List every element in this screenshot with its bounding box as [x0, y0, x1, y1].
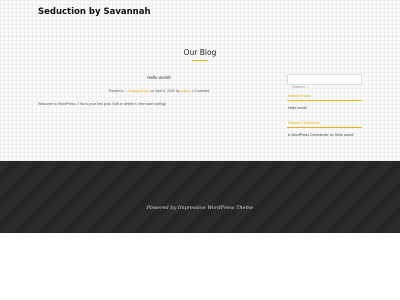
search-input[interactable] [288, 82, 361, 91]
title-underline [192, 60, 208, 61]
comment-author-link[interactable]: A WordPress Commenter [288, 133, 329, 137]
header-divider [0, 36, 400, 37]
footer-credit[interactable]: Powered by Impressive WordPress Theme [0, 205, 400, 211]
post-comments-link[interactable]: 1 Comment [191, 89, 209, 93]
on-label: on [149, 89, 154, 93]
posted-in-label: Posted in : [108, 89, 126, 93]
recent-posts-underline [287, 100, 362, 101]
page-bottom [0, 233, 400, 300]
content-area: Seduction by Savannah Our Blog Hello wor… [0, 0, 400, 161]
search-box [287, 74, 362, 91]
recent-comment-item: A WordPress Commenter on Hello world! [288, 133, 363, 138]
recent-comments-underline [287, 127, 362, 128]
post-title[interactable]: Hello world! [38, 75, 280, 80]
page-title: Our Blog [183, 48, 217, 57]
recent-posts-title: Recent Posts [288, 94, 311, 98]
post-author-link[interactable]: admin [181, 89, 191, 93]
site-title[interactable]: Seduction by Savannah [38, 7, 158, 18]
post-category-link[interactable]: Uncategorized [126, 89, 149, 93]
comment-post-link[interactable]: Hello world! [335, 133, 354, 137]
post-excerpt: Welcome to WordPress. This is your first… [38, 102, 166, 106]
comment-on-label: on [329, 133, 334, 137]
recent-comments-title: Recent Comments [288, 121, 320, 125]
footer: Powered by Impressive WordPress Theme [0, 161, 400, 233]
recent-post-link[interactable]: Hello world! [288, 106, 363, 111]
by-label: by [175, 89, 180, 93]
post-date: June 5, 2020 [154, 89, 175, 93]
post-meta: Posted in : Uncategorized on June 5, 202… [38, 89, 280, 93]
